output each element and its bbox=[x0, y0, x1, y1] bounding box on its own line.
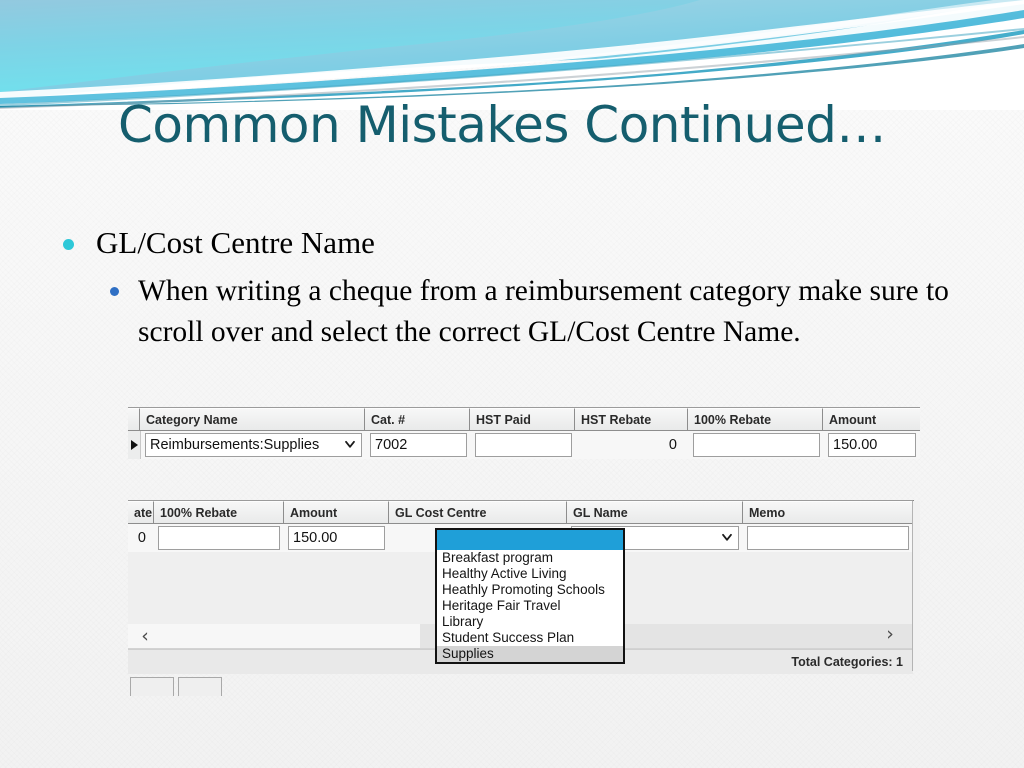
grid2-col-amount[interactable]: Amount bbox=[284, 501, 389, 524]
grid2-col-memo[interactable]: Memo bbox=[743, 501, 913, 524]
grid2-hst-rebate-value: 0 bbox=[137, 530, 146, 546]
grid1-cell-category-name[interactable]: Reimbursements:Supplies bbox=[141, 431, 366, 459]
grid1-col-category-name[interactable]: Category Name bbox=[140, 408, 365, 431]
grid1-col-cat-number[interactable]: Cat. # bbox=[365, 408, 470, 431]
row-selector-triangle-icon bbox=[128, 431, 141, 459]
grid2-amount-input[interactable]: 150.00 bbox=[288, 526, 385, 550]
grid2-cell-memo[interactable] bbox=[743, 524, 913, 552]
category-name-value: Reimbursements:Supplies bbox=[150, 437, 320, 453]
grid2-amount-value: 150.00 bbox=[293, 530, 338, 546]
scroll-left-arrow-icon[interactable]: ‹ bbox=[128, 626, 162, 646]
bottom-button-1[interactable] bbox=[130, 677, 174, 696]
grid1-col-100-rebate[interactable]: 100% Rebate bbox=[688, 408, 823, 431]
hst-paid-input[interactable] bbox=[475, 433, 572, 457]
grid1-cell-hst-paid[interactable] bbox=[471, 431, 576, 459]
grid1-col-amount[interactable]: Amount bbox=[823, 408, 920, 431]
grid2-col-hst-rebate-truncated[interactable]: ate bbox=[128, 501, 154, 524]
grid1-cell-amount[interactable]: 150.00 bbox=[824, 431, 920, 459]
grid2-cell-100-rebate[interactable] bbox=[154, 524, 284, 552]
grid1-cell-hst-rebate[interactable]: 0 bbox=[576, 431, 689, 459]
bullet-level-2: When writing a cheque from a reimburseme… bbox=[96, 271, 982, 352]
dropdown-option-heathly-promoting-schools[interactable]: Heathly Promoting Schools bbox=[437, 582, 623, 598]
bullet-level-1: GL/Cost Centre Name bbox=[52, 222, 982, 264]
memo-input[interactable] bbox=[747, 526, 909, 550]
slide-body: GL/Cost Centre Name When writing a chequ… bbox=[52, 222, 982, 352]
dropdown-option-library[interactable]: Library bbox=[437, 614, 623, 630]
bullet-dot-icon bbox=[63, 239, 74, 250]
bullet-level-1-text: GL/Cost Centre Name bbox=[96, 225, 375, 260]
grid2-col-gl-cost-centre[interactable]: GL Cost Centre bbox=[389, 501, 567, 524]
bottom-button-2[interactable] bbox=[178, 677, 222, 696]
hst-rebate-value: 0 bbox=[668, 437, 677, 453]
gl-cost-centre-dropdown[interactable]: Breakfast program Healthy Active Living … bbox=[435, 528, 625, 664]
grid2-cell-amount[interactable]: 150.00 bbox=[284, 524, 389, 552]
grid1-cell-100-rebate[interactable] bbox=[689, 431, 824, 459]
total-categories-label: Total Categories: 1 bbox=[791, 655, 903, 669]
category-name-combobox[interactable]: Reimbursements:Supplies bbox=[145, 433, 362, 457]
grid2-cell-hst-rebate[interactable]: 0 bbox=[128, 524, 154, 552]
grid1-data-row[interactable]: Reimbursements:Supplies 7002 0 150.00 bbox=[128, 431, 920, 459]
dropdown-option-healthy-active-living[interactable]: Healthy Active Living bbox=[437, 566, 623, 582]
dropdown-option-heritage-fair-travel[interactable]: Heritage Fair Travel bbox=[437, 598, 623, 614]
grid1-col-hst-rebate[interactable]: HST Rebate bbox=[575, 408, 688, 431]
dropdown-option-supplies[interactable]: Supplies bbox=[437, 646, 623, 662]
chevron-down-icon[interactable] bbox=[721, 531, 733, 543]
rebate-100-input[interactable] bbox=[693, 433, 820, 457]
bullet-level-2-text: When writing a cheque from a reimburseme… bbox=[138, 275, 949, 348]
grid2-bottom-button-bar bbox=[128, 674, 913, 699]
grid2-col-gl-name[interactable]: GL Name bbox=[567, 501, 743, 524]
cat-number-input[interactable]: 7002 bbox=[370, 433, 467, 457]
dropdown-option-breakfast-program[interactable]: Breakfast program bbox=[437, 550, 623, 566]
cat-number-value: 7002 bbox=[375, 437, 408, 453]
grid2-rebate-100-input[interactable] bbox=[158, 526, 280, 550]
dropdown-option-student-success-plan[interactable]: Student Success Plan bbox=[437, 630, 623, 646]
grid1-col-hst-paid[interactable]: HST Paid bbox=[470, 408, 575, 431]
presentation-slide: Common Mistakes Continued… GL/Cost Centr… bbox=[0, 0, 1024, 768]
dropdown-selected-row[interactable] bbox=[437, 530, 623, 550]
amount-value: 150.00 bbox=[833, 437, 878, 453]
grid2-col-100-rebate[interactable]: 100% Rebate bbox=[154, 501, 284, 524]
slide-title: Common Mistakes Continued… bbox=[118, 96, 886, 154]
sub-bullet-dot-icon bbox=[110, 287, 119, 296]
grid2-header-row: ate 100% Rebate Amount GL Cost Centre GL… bbox=[128, 501, 913, 524]
grid1-header-row: Category Name Cat. # HST Paid HST Rebate… bbox=[128, 408, 920, 431]
grid2-right-border bbox=[912, 501, 920, 671]
scroll-right-arrow-icon[interactable]: › bbox=[873, 624, 907, 644]
category-grid-screenshot: Category Name Cat. # HST Paid HST Rebate… bbox=[128, 407, 920, 459]
scrollbar-thumb[interactable] bbox=[128, 624, 420, 648]
chevron-down-icon[interactable] bbox=[344, 438, 356, 450]
grid1-cell-cat-number[interactable]: 7002 bbox=[366, 431, 471, 459]
grid1-header-gutter bbox=[128, 408, 140, 431]
amount-input[interactable]: 150.00 bbox=[828, 433, 916, 457]
gl-cost-centre-grid-screenshot: ate 100% Rebate Amount GL Cost Centre GL… bbox=[128, 500, 920, 696]
